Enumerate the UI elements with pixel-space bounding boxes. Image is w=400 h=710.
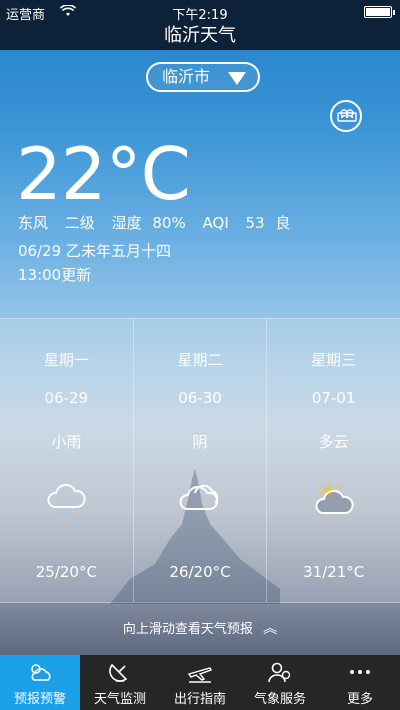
double-chevron-up-icon: ︽ [263,621,278,637]
forecast-condition: 阴 [192,433,208,451]
top-bar: 运营商 下午2:19 临沂天气 [0,0,400,50]
swipe-hint[interactable]: 向上滑动查看天气预报 ︽ [0,618,400,638]
forecast-day[interactable]: 星期二 06-30 阴 26/20°C [134,319,268,602]
nav-item-more[interactable]: 更多 [320,655,400,710]
radar-icon [109,663,128,682]
nav-item-monitor[interactable]: 天气监测 [80,655,160,710]
nav-label: 气象服务 [253,692,306,707]
share-button[interactable] [330,100,362,132]
nav-label: 预报预警 [13,692,66,707]
forecast-weekday: 星期一 [43,351,89,369]
service-icon [268,662,291,683]
nav-label: 出行指南 [173,692,226,707]
nav-label: 更多 [346,692,373,707]
wind-level: 二级 [64,214,95,232]
aqi-label: AQI [202,214,229,232]
aqi-value: 53 [245,214,265,232]
update-time: 13:00更新 [18,266,92,284]
film-icon [337,109,357,122]
partly-cloudy-icon [315,482,354,514]
forecast-condition: 多云 [318,433,349,451]
nav-label: 天气监测 [93,692,146,707]
forecast-panel[interactable]: 星期一 06-29 小雨 25/20°C 星期二 06-30 阴 26/20°C… [0,318,400,604]
forecast-condition: 小雨 [51,433,82,451]
swipe-hint-text: 向上滑动查看天气预报 [122,622,253,637]
forecast-day[interactable]: 星期三 07-01 多云 31/21°C [267,319,400,602]
nav-item-forecast[interactable]: 预报预警 [0,655,80,710]
overcast-icon [179,484,219,510]
chevron-down-icon [228,72,246,85]
page-title: 临沂天气 [164,25,236,46]
aqi-quality: 良 [275,214,291,232]
forecast-range: 26/20°C [169,563,231,581]
humidity-value: 80% [152,214,186,232]
forecast-range: 31/21°C [303,563,365,581]
forecast-weekday: 星期三 [311,351,357,369]
forecast-icon [31,664,51,681]
light-rain-icon [47,483,86,517]
date-line: 06/29 乙未年五月十四 [18,242,171,260]
forecast-day[interactable]: 星期一 06-29 小雨 25/20°C [0,319,134,602]
forecast-range: 25/20°C [35,563,97,581]
plane-icon [187,667,212,683]
wind-direction: 东风 [18,214,49,232]
status-bar: 运营商 下午2:19 [0,3,400,23]
battery-icon [364,6,395,18]
nav-item-service[interactable]: 气象服务 [240,655,320,710]
more-icon [350,670,370,674]
humidity-label: 湿度 [111,214,142,232]
forecast-weekday: 星期二 [177,351,223,369]
city-name: 临沂市 [162,67,211,86]
city-selector[interactable]: 临沂市 [146,62,260,92]
weather-screen: 运营商 下午2:19 临沂天气 临沂市 22°C 东风 二级 湿度 80% AQ… [0,0,400,710]
bottom-nav: 预报预警 天气监测 出行指南 气象服务 更多 [0,655,400,710]
current-conditions: 东风 二级 湿度 80% AQI 53 良 [18,212,302,233]
current-temperature: 22°C [16,132,191,216]
forecast-date: 06-29 [44,389,89,407]
forecast-date: 07-01 [311,389,356,407]
nav-item-travel[interactable]: 出行指南 [160,655,240,710]
forecast-date: 06-30 [178,389,222,407]
